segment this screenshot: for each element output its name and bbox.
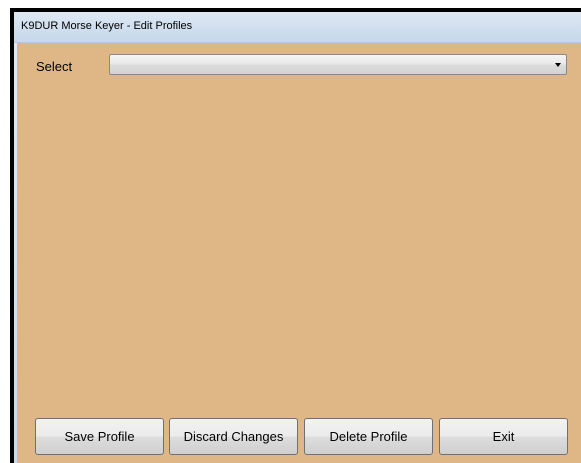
edit-profiles-window: K9DUR Morse Keyer - Edit Profiles Select…	[14, 12, 581, 463]
delete-profile-button[interactable]: Delete Profile	[304, 418, 433, 455]
select-label: Select	[36, 59, 73, 74]
discard-changes-button[interactable]: Discard Changes	[169, 418, 298, 455]
window-left-border	[14, 43, 17, 463]
chevron-down-icon[interactable]	[555, 63, 561, 67]
title-bar[interactable]: K9DUR Morse Keyer - Edit Profiles	[14, 12, 581, 43]
profile-select-dropdown[interactable]	[109, 54, 567, 75]
window-title: K9DUR Morse Keyer - Edit Profiles	[21, 20, 193, 32]
save-profile-button[interactable]: Save Profile	[35, 418, 164, 455]
exit-button[interactable]: Exit	[439, 418, 568, 455]
